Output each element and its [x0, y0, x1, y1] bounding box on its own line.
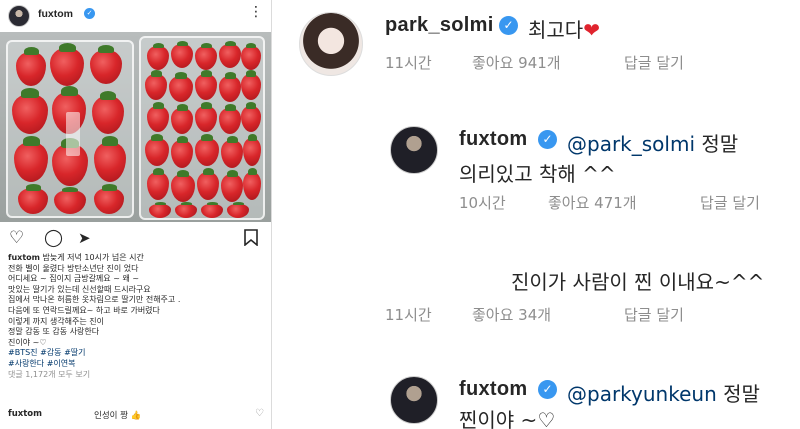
- caption-line: 어디세요 ~ 집이지 금방갈께요 ~ 왜 ~: [8, 274, 140, 284]
- caption-line: 집에서 막나온 허름한 옷차림으로 딸기만 전해주고 .: [8, 295, 181, 305]
- view-all-comments-link[interactable]: 댓글 1,172개 모두 보기: [8, 370, 270, 381]
- comment-likes[interactable]: 좋아요 941개: [472, 52, 561, 73]
- comment-username[interactable]: fuxtom: [8, 409, 42, 419]
- comment-username[interactable]: fuxtom: [459, 128, 527, 151]
- mention-link[interactable]: @parkyunkeun: [567, 382, 717, 406]
- post-actions: ♡ ◯ ➤: [0, 226, 271, 252]
- post-caption: fuxtom 밤늦게 저녁 10시가 넘은 시간 전화 벨이 울렸다 방탄소년단…: [8, 253, 270, 380]
- verified-badge-icon: ✓: [499, 16, 518, 35]
- red-heart-icon: ❤: [583, 18, 600, 42]
- caption-line: 진이야 ~♡: [8, 337, 47, 347]
- post-header: fuxtom ✓ ⋮: [0, 0, 271, 32]
- reply-button[interactable]: 답글 달기: [700, 192, 760, 213]
- verified-badge-icon: ✓: [538, 380, 557, 399]
- more-options-icon[interactable]: ⋮: [249, 5, 263, 19]
- hashtag-link[interactable]: #BTS진: [8, 348, 38, 357]
- avatar[interactable]: [390, 126, 438, 174]
- comment-text-line2: 찐이야 ~♡: [459, 408, 556, 429]
- strawberry-tray-right: [139, 36, 265, 220]
- comment-likes[interactable]: 좋아요 34개: [472, 304, 551, 325]
- caption-line: 전화 벨이 울렸다 방탄소년단 진이 었다: [8, 263, 139, 273]
- comment-time: 11시간: [385, 306, 432, 324]
- strawberry-tray-left: [6, 40, 134, 218]
- comment-icon[interactable]: ◯: [44, 229, 63, 247]
- avatar[interactable]: [299, 12, 363, 76]
- comment-time: 11시간: [385, 54, 432, 72]
- strawberry-photo[interactable]: [0, 32, 271, 222]
- mention-link[interactable]: @park_solmi: [567, 132, 695, 156]
- hashtag-link[interactable]: #감동: [40, 348, 61, 357]
- comment-text-line2: 의리있고 착해 ^^: [459, 162, 616, 186]
- comment-username[interactable]: fuxtom: [459, 378, 527, 401]
- comment-likes[interactable]: 좋아요 471개: [548, 192, 637, 213]
- comment-text: 인성이 짱 👍: [94, 411, 142, 421]
- comment-thread: park_solmi ✓ 최고다❤ 11시간 좋아요 941개 답글 달기 fu…: [273, 0, 800, 429]
- post-username[interactable]: fuxtom: [38, 8, 73, 20]
- avatar[interactable]: [8, 5, 30, 27]
- reply-button[interactable]: 답글 달기: [624, 304, 684, 325]
- caption-line: 밤늦게 저녁 10시가 넘은 시간: [42, 253, 144, 262]
- hashtag-link[interactable]: #사랑한다: [8, 359, 44, 368]
- bookmark-icon[interactable]: [244, 229, 258, 250]
- caption-username[interactable]: fuxtom: [8, 253, 40, 262]
- caption-line: 정말 감동 또 감동 사랑한다: [8, 327, 100, 337]
- caption-line: 맛있는 딸기가 있는데 신선할때 드시라구요: [8, 284, 151, 294]
- caption-line: 다음에 또 연락드릴께요~ 하고 바로 가버렸다: [8, 305, 160, 315]
- reply-button[interactable]: 답글 달기: [624, 52, 684, 73]
- hashtag-link[interactable]: #딸기: [64, 348, 85, 357]
- avatar[interactable]: [390, 376, 438, 424]
- verified-badge-icon: ✓: [84, 8, 95, 19]
- heart-outline-icon[interactable]: ♡: [255, 408, 264, 419]
- comment-text: 최고다❤: [528, 18, 600, 42]
- comment-username[interactable]: park_solmi: [385, 14, 494, 37]
- caption-line: 이렇게 까지 생각해주는 진이: [8, 316, 104, 326]
- hashtag-link[interactable]: #이연복: [47, 359, 76, 368]
- top-comment: fuxtom 인성이 짱 👍 ♡: [8, 408, 268, 423]
- comment-text: @park_solmi 정말: [567, 132, 739, 156]
- instagram-post: fuxtom ✓ ⋮ ♡ ◯ ➤ fuxtom 밤늦게 저녁 10시가 넘은 시…: [0, 0, 272, 429]
- verified-badge-icon: ✓: [538, 130, 557, 149]
- comment-text: 진이가 사람이 찐 이내요~^^: [511, 270, 765, 294]
- share-icon[interactable]: ➤: [78, 229, 91, 247]
- comment-time: 10시간: [459, 194, 506, 212]
- heart-icon[interactable]: ♡: [9, 229, 24, 247]
- comment-text: @parkyunkeun 정말: [567, 382, 760, 406]
